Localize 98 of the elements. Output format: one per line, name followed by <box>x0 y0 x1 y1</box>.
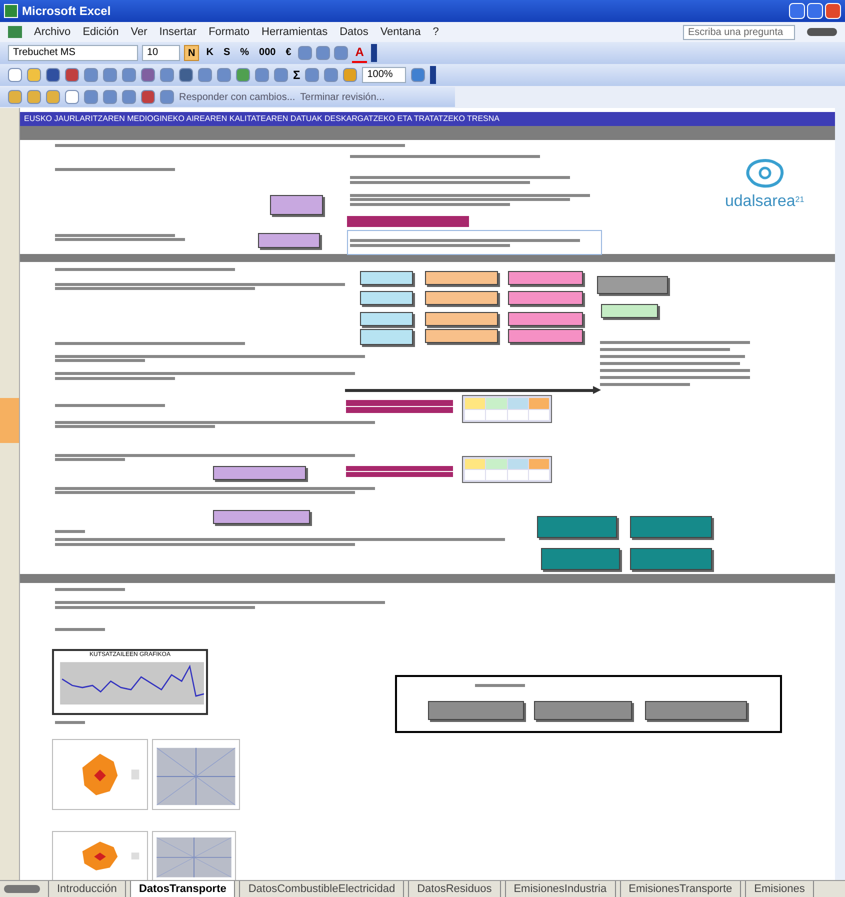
sheet-tab[interactable]: EmisionesTransporte <box>620 881 742 897</box>
sheet-tab[interactable]: Introducción <box>48 881 126 897</box>
toolbar-icon[interactable] <box>103 90 117 104</box>
sheet-title: EUSKO JAURLARITZAREN MEDIOGINEKO AIREAREN KALITATEAREN DATUAK DESKARGATZEKO ETA TRATATZEKO TRESNA <box>24 113 500 125</box>
menu-item[interactable]: Edición <box>82 24 119 40</box>
format-button[interactable]: € <box>282 45 294 61</box>
toolbar-icon[interactable] <box>65 90 79 104</box>
shape-box[interactable] <box>597 276 668 294</box>
shape-box[interactable] <box>360 271 413 285</box>
toolbar-icon[interactable] <box>46 90 60 104</box>
format-button[interactable]: % <box>237 45 252 61</box>
toolbar-icon[interactable] <box>316 46 330 60</box>
toolbar-icon[interactable] <box>305 68 320 82</box>
vertical-scrollbar[interactable] <box>835 108 845 880</box>
toolbar-icon[interactable] <box>84 90 98 104</box>
toolbar-grip <box>430 66 436 84</box>
shape-box[interactable] <box>425 271 498 285</box>
blurred-text-line <box>55 721 85 724</box>
sheet-tab[interactable]: DatosTransporte <box>130 881 236 897</box>
toolbar-icon[interactable] <box>27 68 41 82</box>
shape-box[interactable] <box>213 510 310 524</box>
sheet-tab[interactable]: EmisionesIndustria <box>504 881 616 897</box>
toolbar-icon[interactable] <box>8 90 22 104</box>
format-button[interactable]: K <box>203 45 216 61</box>
shape-bar[interactable] <box>347 216 469 228</box>
shape-box[interactable] <box>601 304 658 318</box>
shape-box[interactable] <box>360 291 413 305</box>
toolbar-icon[interactable] <box>46 68 60 82</box>
app-icon <box>4 4 18 18</box>
shape-box[interactable] <box>360 312 413 326</box>
toolbar-icon[interactable] <box>141 90 155 104</box>
toolbar-icon[interactable] <box>8 68 22 82</box>
sheet-tab[interactable]: DatosCombustibleElectricidad <box>239 881 404 897</box>
shape-bar[interactable] <box>346 400 453 407</box>
shape-box[interactable] <box>425 312 498 326</box>
window-title: Microsoft Excel <box>22 3 111 20</box>
font-size-field[interactable]: 10 <box>142 45 180 61</box>
toolbar-icon[interactable] <box>198 68 212 82</box>
toolbar-icon[interactable] <box>160 90 174 104</box>
toolbar-icon[interactable] <box>411 68 426 82</box>
menu-item[interactable]: Herramientas <box>262 24 328 40</box>
autosum-button[interactable]: Σ <box>293 66 300 84</box>
toolbar-icon[interactable] <box>65 68 79 82</box>
shape-bar[interactable] <box>346 466 453 472</box>
format-button[interactable]: 000 <box>256 45 279 61</box>
toolbar-icon[interactable] <box>298 46 312 60</box>
shape-box[interactable] <box>508 271 583 285</box>
toolbar-icon[interactable] <box>334 46 348 60</box>
menu-item[interactable]: Insertar <box>159 24 197 40</box>
shape-box[interactable] <box>360 329 413 345</box>
toolbar-icon[interactable] <box>122 90 136 104</box>
shape-box[interactable] <box>508 312 583 326</box>
close-button[interactable] <box>825 3 841 19</box>
shape-box[interactable] <box>508 291 583 305</box>
menu-item[interactable]: Archivo <box>34 24 71 40</box>
blurred-text-line <box>475 684 525 687</box>
shape-bar[interactable] <box>346 407 453 414</box>
shape-box[interactable] <box>270 195 323 215</box>
format-button[interactable]: S <box>220 45 234 61</box>
shape-box[interactable] <box>508 329 583 343</box>
menu-item[interactable]: Datos <box>340 24 368 40</box>
toolbar-icon[interactable] <box>324 68 338 82</box>
toolbar-icon[interactable] <box>236 68 250 82</box>
toolbar-icon[interactable] <box>274 68 288 82</box>
logo-text: udalsarea$^{21}$ <box>725 192 804 212</box>
shape-box[interactable] <box>425 291 498 305</box>
sheet-tab[interactable]: DatosResiduos <box>408 881 501 897</box>
shape-box[interactable] <box>425 329 498 343</box>
menu-item[interactable]: Ventana <box>380 24 421 40</box>
toolbar-icon[interactable] <box>27 90 41 104</box>
menu-item[interactable]: Ver <box>130 24 148 40</box>
sheet-tab[interactable]: Emisiones <box>745 881 814 897</box>
shape-bar[interactable] <box>346 472 453 478</box>
toolbar-icon[interactable] <box>103 68 117 82</box>
help-search-field[interactable]: Escriba una pregunta <box>683 24 795 40</box>
toolbar-grip <box>370 44 377 62</box>
review-command[interactable]: Terminar revisión... <box>300 90 385 104</box>
menu-item[interactable]: ? <box>432 24 439 40</box>
minimize-button[interactable] <box>789 3 805 19</box>
toolbar-icon[interactable] <box>217 68 231 82</box>
toolbar-icon[interactable] <box>141 68 155 82</box>
font-field[interactable]: Trebuchet MS <box>8 45 138 61</box>
toolbar-icon[interactable] <box>343 68 358 82</box>
blurred-text-line <box>55 588 125 591</box>
review-command[interactable]: Responder con cambios... <box>179 90 296 104</box>
toolbar-icon[interactable] <box>122 68 136 82</box>
menu-item[interactable]: Formato <box>208 24 250 40</box>
toolbar-icon[interactable] <box>255 68 269 82</box>
blurred-text-line <box>55 530 85 533</box>
toolbar-icon[interactable] <box>84 68 98 82</box>
toolbar-icon[interactable] <box>179 68 193 82</box>
maximize-button[interactable] <box>807 3 823 19</box>
toolbar-icon[interactable] <box>160 68 174 82</box>
format-button[interactable]: N <box>184 45 200 61</box>
zoom-field[interactable]: 100% <box>362 67 406 83</box>
blurred-text-line <box>55 628 105 631</box>
shape-box[interactable] <box>258 233 320 248</box>
shape-box[interactable] <box>213 466 306 480</box>
